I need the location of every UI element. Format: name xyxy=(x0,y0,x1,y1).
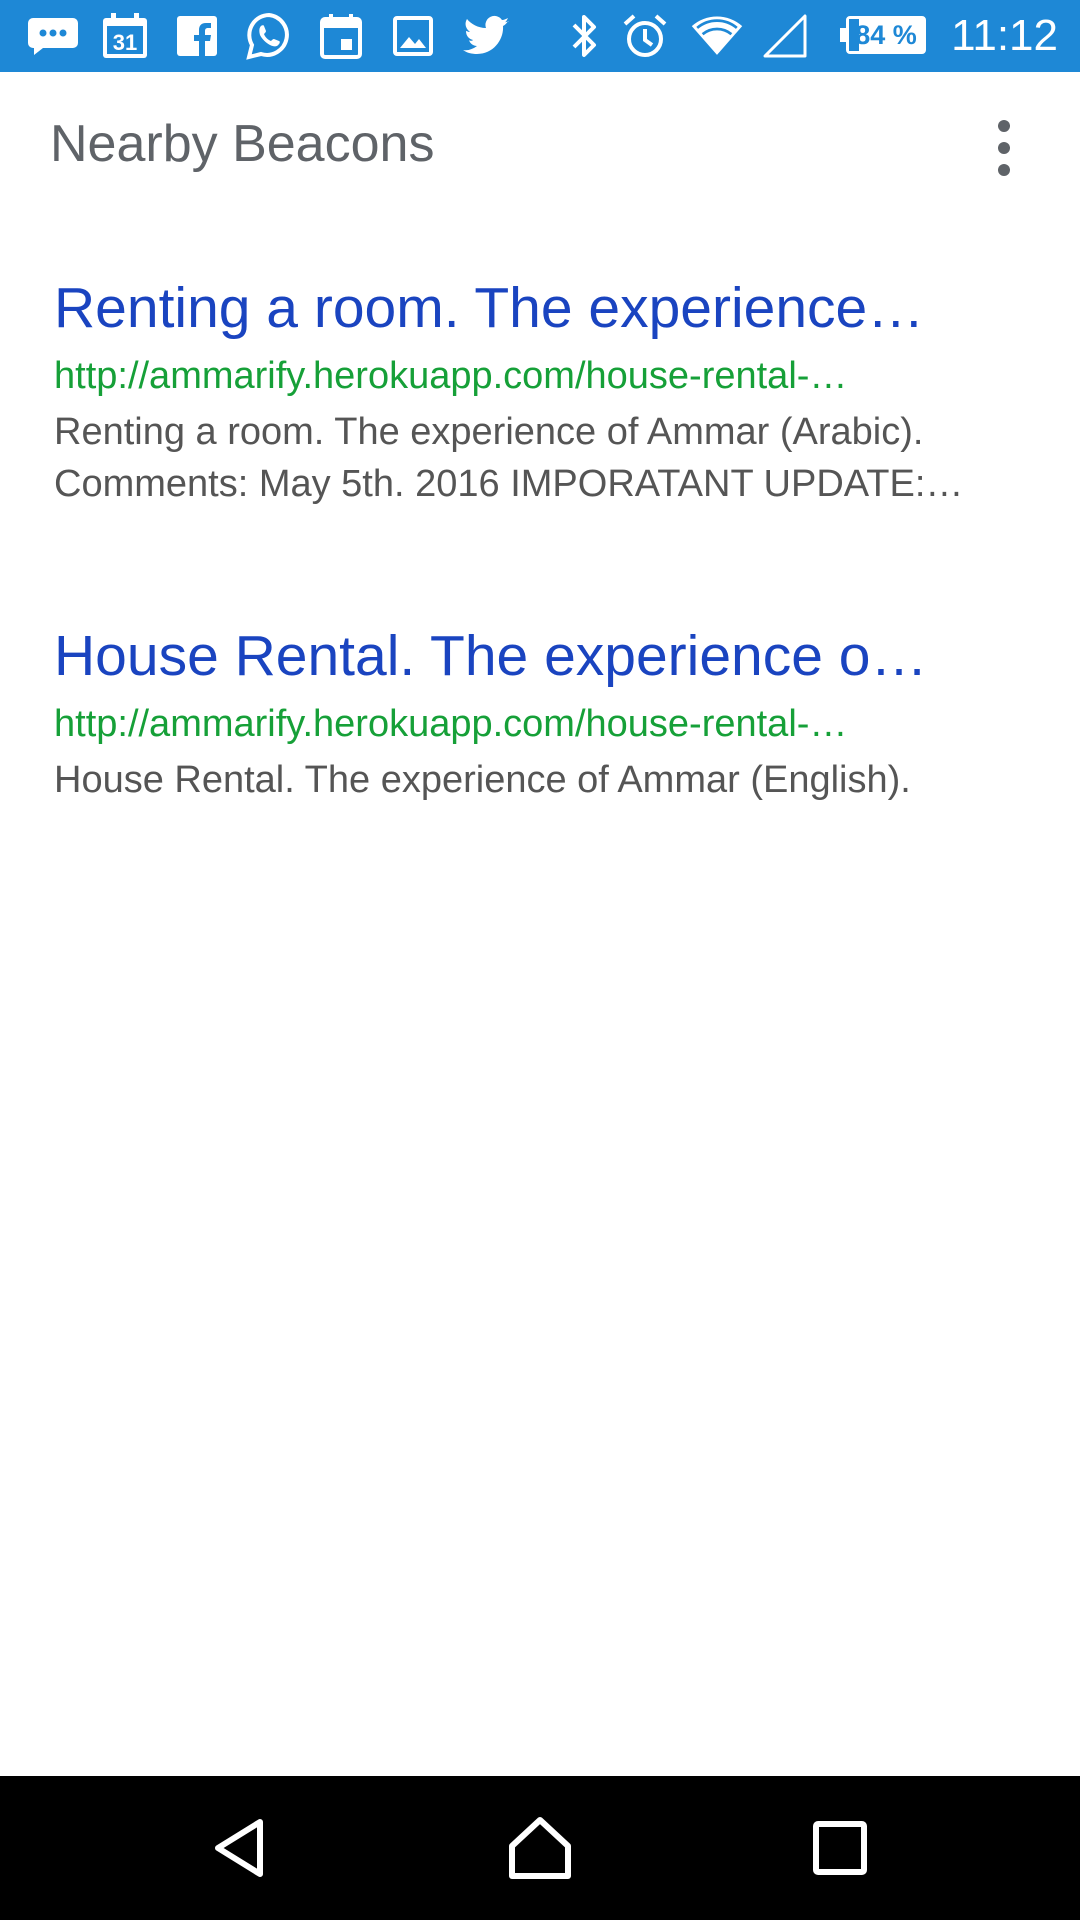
navigation-bar xyxy=(0,1776,1080,1920)
home-button[interactable] xyxy=(490,1798,590,1898)
recents-icon xyxy=(813,1821,867,1875)
chat-bubble-icon xyxy=(26,10,80,62)
beacon-url[interactable]: http://ammarify.herokuapp.com/house-rent… xyxy=(54,346,942,406)
alarm-icon xyxy=(618,10,672,62)
calendar-day-text: 31 xyxy=(113,30,137,55)
recents-button[interactable] xyxy=(790,1798,890,1898)
more-vert-icon-dot xyxy=(998,142,1010,154)
status-time: 11:12 xyxy=(951,11,1058,60)
cell-signal-icon xyxy=(758,10,812,62)
bluetooth-icon xyxy=(558,10,612,62)
image-icon xyxy=(386,10,440,62)
more-vert-icon-dot xyxy=(998,164,1010,176)
beacon-result[interactable]: Renting a room. The experience… http://a… xyxy=(54,270,1034,510)
back-icon xyxy=(215,1819,263,1877)
beacon-result[interactable]: House Rental. The experience o… http://a… xyxy=(54,618,1034,806)
battery-text: 84 % xyxy=(855,19,917,50)
beacon-title-link[interactable]: Renting a room. The experience… xyxy=(54,270,942,346)
twitter-icon xyxy=(460,10,514,62)
beacon-title-link[interactable]: House Rental. The experience o… xyxy=(54,618,942,694)
facebook-icon xyxy=(170,10,224,62)
beacon-url[interactable]: http://ammarify.herokuapp.com/house-rent… xyxy=(54,694,942,754)
beacon-description: Renting a room. The experience of Ammar … xyxy=(54,411,964,505)
home-icon xyxy=(509,1817,571,1879)
calendar-31-icon: 31 xyxy=(98,10,152,62)
page-title: Nearby Beacons xyxy=(50,115,435,173)
app-bar: Nearby Beacons xyxy=(0,72,1080,218)
calendar-icon xyxy=(314,10,368,62)
back-button[interactable] xyxy=(190,1798,290,1898)
more-vert-icon xyxy=(998,120,1010,132)
status-bar: 31 84 % 11:12 xyxy=(0,0,1080,72)
whatsapp-icon xyxy=(242,10,296,62)
beacon-description: House Rental. The experience of Ammar (E… xyxy=(54,759,911,801)
wifi-icon xyxy=(690,10,744,62)
beacon-list: Renting a room. The experience… http://a… xyxy=(54,270,1034,806)
more-options-button[interactable] xyxy=(968,112,1040,184)
battery-indicator: 84 % xyxy=(840,16,926,54)
